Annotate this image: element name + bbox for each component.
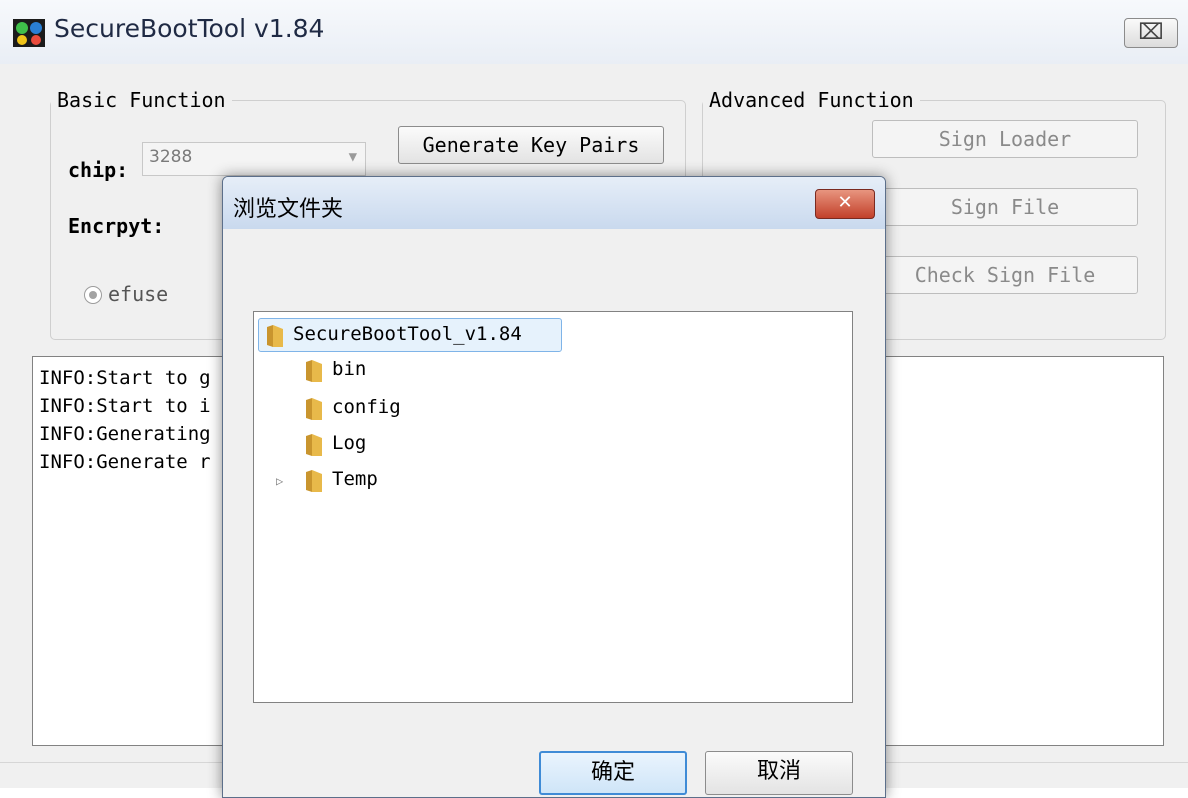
advanced-function-legend: Advanced Function bbox=[709, 88, 914, 112]
folder-icon bbox=[306, 470, 322, 492]
folder-icon bbox=[306, 398, 322, 420]
tree-item-temp[interactable]: Temp bbox=[298, 464, 498, 496]
chip-select[interactable]: 3288 ▼ bbox=[142, 142, 366, 176]
dialog-title-bar[interactable]: 浏览文件夹 ✕ bbox=[223, 177, 885, 229]
dialog-title: 浏览文件夹 bbox=[233, 197, 344, 222]
window-close-button[interactable]: ⌧ bbox=[1124, 18, 1178, 48]
folder-tree[interactable]: SecureBootTool_v1.84 bin config Log ▷ Te bbox=[253, 311, 853, 703]
chip-select-value: 3288 bbox=[149, 147, 193, 167]
folder-icon bbox=[306, 360, 322, 382]
window-title: SecureBootTool v1.84 bbox=[54, 14, 325, 43]
check-sign-file-button[interactable]: Check Sign File bbox=[872, 256, 1138, 294]
title-bar[interactable]: SecureBootTool v1.84 ⌧ bbox=[0, 0, 1188, 64]
dialog-close-button[interactable]: ✕ bbox=[815, 189, 875, 219]
cancel-button[interactable]: 取消 bbox=[705, 751, 853, 795]
tree-item-root[interactable]: SecureBootTool_v1.84 bbox=[258, 318, 562, 352]
efuse-radio[interactable] bbox=[84, 286, 102, 304]
sign-loader-button[interactable]: Sign Loader bbox=[872, 120, 1138, 158]
log-line: INFO:Start to g bbox=[39, 367, 211, 389]
basic-function-legend: Basic Function bbox=[57, 88, 226, 112]
sign-file-button[interactable]: Sign File bbox=[872, 188, 1138, 226]
tree-item-label: SecureBootTool_v1.84 bbox=[293, 323, 522, 345]
tree-item-config[interactable]: config bbox=[298, 392, 498, 424]
close-icon: ✕ bbox=[837, 192, 853, 213]
app-icon bbox=[13, 19, 45, 47]
tree-item-bin[interactable]: bin bbox=[298, 354, 498, 386]
efuse-label: efuse bbox=[108, 282, 169, 306]
tree-item-log[interactable]: Log bbox=[298, 428, 498, 460]
browse-folder-dialog: 浏览文件夹 ✕ SecureBootTool_v1.84 bin config bbox=[222, 176, 886, 798]
tree-item-label: Temp bbox=[332, 468, 378, 490]
folder-icon bbox=[267, 325, 283, 347]
log-line: INFO:Start to i bbox=[39, 395, 211, 417]
expand-arrow-icon[interactable]: ▷ bbox=[276, 474, 283, 488]
tree-item-label: Log bbox=[332, 432, 367, 454]
chip-label: chip: bbox=[68, 158, 129, 182]
tree-item-label: config bbox=[332, 396, 401, 418]
encrypt-label: Encrpyt: bbox=[68, 214, 165, 238]
chevron-down-icon: ▼ bbox=[348, 149, 357, 165]
log-line: INFO:Generating bbox=[39, 423, 211, 445]
close-icon: ⌧ bbox=[1138, 20, 1164, 45]
folder-icon bbox=[306, 434, 322, 456]
log-line: INFO:Generate r bbox=[39, 451, 211, 473]
tree-item-label: bin bbox=[332, 358, 367, 380]
generate-key-pairs-button[interactable]: Generate Key Pairs bbox=[398, 126, 664, 164]
ok-button[interactable]: 确定 bbox=[539, 751, 687, 795]
